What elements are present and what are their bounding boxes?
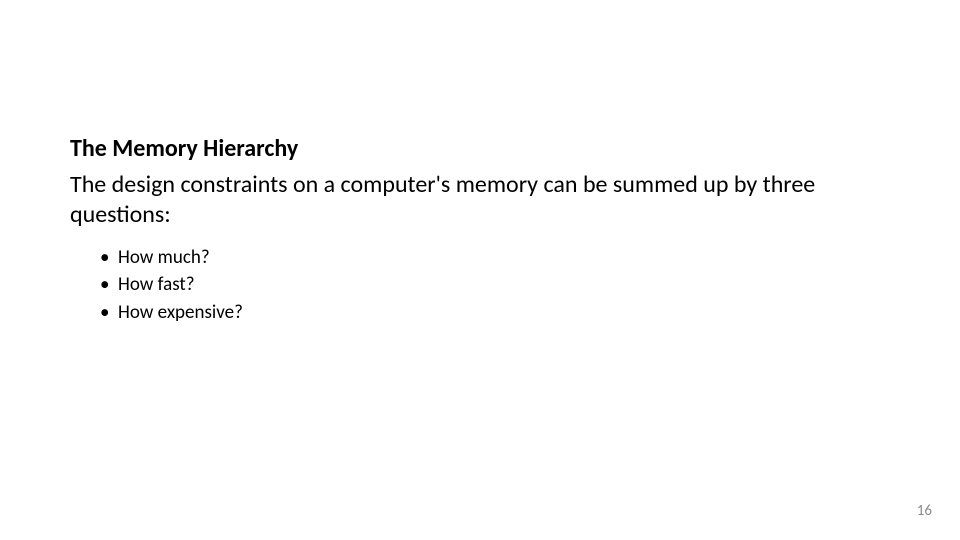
slide-heading: The Memory Hierarchy [70, 135, 890, 164]
list-item: How expensive? [100, 299, 890, 327]
slide-subheading: The design constraints on a computer's m… [70, 170, 890, 230]
list-item: How fast? [100, 271, 890, 299]
slide-container: The Memory Hierarchy The design constrai… [0, 0, 960, 540]
page-number: 16 [917, 502, 932, 520]
bullet-list: How much? How fast? How expensive? [70, 244, 890, 327]
list-item: How much? [100, 244, 890, 272]
